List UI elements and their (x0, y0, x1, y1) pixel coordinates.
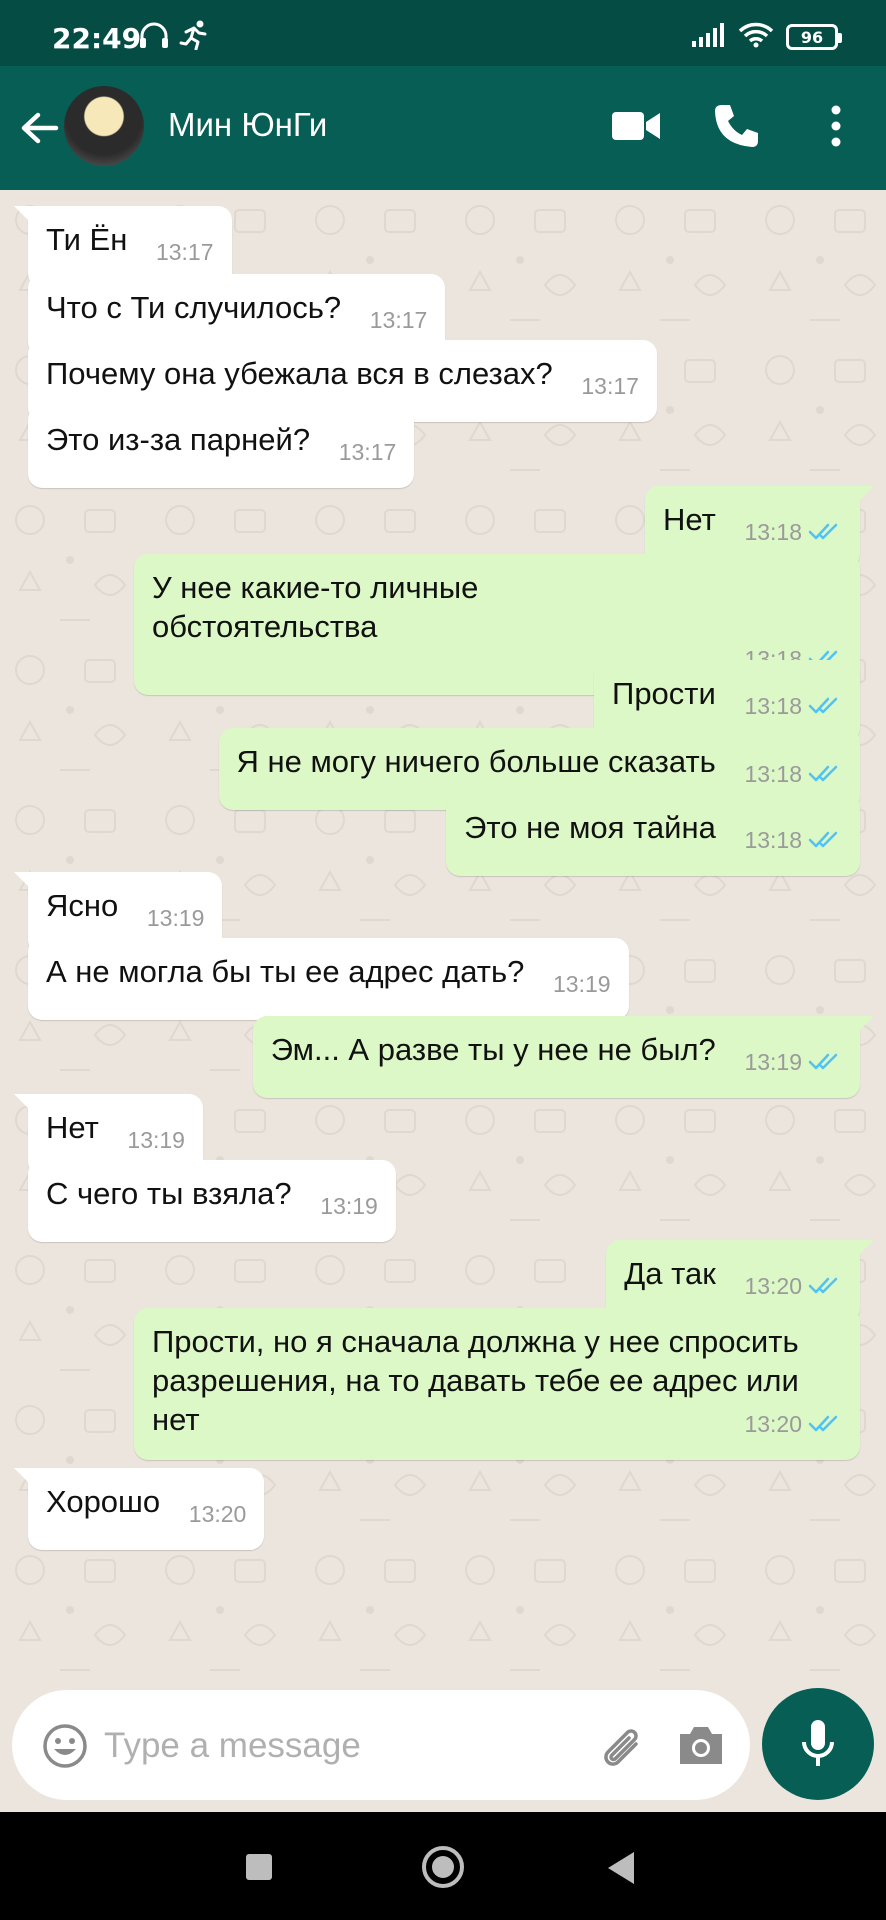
contact-avatar[interactable] (64, 86, 144, 166)
headphones-icon (138, 20, 170, 54)
message-time: 13:19 (320, 1193, 378, 1219)
camera-button[interactable] (676, 1722, 726, 1768)
message-text: Ясно (46, 888, 119, 923)
message-time: 13:18 (744, 693, 802, 719)
message-text: Да так (624, 1256, 716, 1291)
status-icons-right: 96 (692, 22, 842, 52)
paperclip-icon (604, 1729, 638, 1766)
message-time: 13:17 (369, 307, 428, 333)
system-navigation-bar (0, 1812, 886, 1920)
message-time: 13:18 (744, 519, 802, 545)
wifi-icon (738, 22, 774, 52)
double-check-icon (808, 697, 838, 714)
recent-apps-button[interactable] (246, 1854, 272, 1880)
message-text: Почему она убежала вся в слезах? (46, 356, 553, 391)
double-check-icon (808, 1415, 838, 1432)
message-text: Я не могу ничего больше сказать (236, 744, 716, 779)
message-meta: 13:20 (744, 1267, 842, 1306)
message-time: 13:19 (744, 1049, 802, 1075)
message-text: Это не моя тайна (464, 810, 716, 845)
message-time: 13:19 (146, 905, 205, 931)
voice-call-button[interactable] (710, 100, 762, 152)
video-camera-icon (612, 112, 660, 140)
message-time: 13:17 (155, 239, 214, 265)
emoji-icon (43, 1724, 87, 1768)
message-input[interactable] (104, 1720, 484, 1772)
system-back-button[interactable] (608, 1852, 634, 1884)
chat-header: Мин ЮнГи (0, 66, 886, 190)
message-text: Эм... А разве ты у нее не был? (270, 1032, 716, 1067)
message-time: 13:20 (744, 1411, 802, 1437)
message-meta: 13:18 (744, 513, 842, 552)
message-outgoing[interactable]: Прости, но я сначала должна у нее спроси… (134, 1308, 860, 1460)
message-time: 13:20 (744, 1273, 802, 1299)
message-meta: 13:20 (172, 1405, 842, 1444)
chat-area[interactable]: Ти Ён 13:17 Что с Ти случилось? 13:17 По… (0, 190, 886, 1700)
message-time: 13:19 (127, 1127, 185, 1153)
message-text: Нет (663, 502, 716, 537)
message-incoming[interactable]: Хорошо 13:20 (13, 1468, 265, 1550)
message-time: 13:17 (581, 373, 639, 399)
message-text: Что с Ти случилось? (46, 290, 342, 325)
double-check-icon (808, 831, 838, 848)
message-time: 13:18 (744, 827, 802, 853)
attach-button[interactable] (596, 1720, 648, 1772)
emoji-button[interactable] (42, 1723, 88, 1769)
message-meta: 13:18 (744, 755, 842, 794)
status-time: 22:49 (52, 22, 142, 55)
message-outgoing[interactable]: Эм... А разве ты у нее не был? 13:19 (252, 1016, 875, 1098)
running-icon (178, 20, 210, 54)
message-incoming[interactable]: Это из-за парней? 13:17 (28, 406, 415, 488)
microphone-icon (802, 1720, 834, 1766)
double-check-icon (808, 1053, 838, 1070)
video-call-button[interactable] (610, 106, 662, 146)
message-composer (12, 1690, 750, 1800)
message-incoming[interactable]: А не могла бы ты ее адрес дать? 13:19 (28, 938, 629, 1020)
message-text: А не могла бы ты ее адрес дать? (46, 954, 525, 989)
back-button[interactable] (16, 104, 64, 152)
more-vertical-icon (831, 105, 841, 147)
signal-icon (692, 23, 726, 51)
message-incoming[interactable]: С чего ты взяла? 13:19 (28, 1160, 396, 1242)
battery-indicator: 96 (786, 24, 842, 50)
phone-icon (715, 105, 758, 147)
message-time: 13:19 (553, 971, 611, 997)
message-text: Ти Ён (46, 222, 128, 257)
status-icons-left (138, 20, 210, 54)
message-meta: 13:19 (744, 1043, 842, 1082)
voice-record-button[interactable] (762, 1688, 874, 1800)
message-time: 13:17 (338, 439, 397, 465)
contact-name[interactable]: Мин ЮнГи (168, 106, 327, 144)
message-text: С чего ты взяла? (46, 1176, 292, 1211)
message-meta: 13:18 (744, 821, 842, 860)
message-text: Нет (46, 1110, 99, 1145)
status-bar: 22:49 96 (0, 0, 886, 66)
message-text: Это из-за парней? (46, 422, 311, 457)
message-text: У нее какие-то личные обстоятельства (152, 570, 479, 644)
message-meta: 13:18 (744, 687, 842, 726)
message-text: Прости (612, 676, 716, 711)
home-button[interactable] (422, 1846, 464, 1888)
double-check-icon (808, 765, 838, 782)
camera-icon (680, 1727, 722, 1764)
more-options-button[interactable] (816, 100, 856, 152)
arrow-left-icon (21, 112, 59, 144)
message-text: Хорошо (46, 1484, 161, 1519)
message-time: 13:18 (744, 761, 802, 787)
message-time: 13:20 (188, 1501, 247, 1527)
message-outgoing[interactable]: Это не моя тайна 13:18 (446, 794, 860, 876)
double-check-icon (808, 1277, 838, 1294)
double-check-icon (808, 523, 838, 540)
